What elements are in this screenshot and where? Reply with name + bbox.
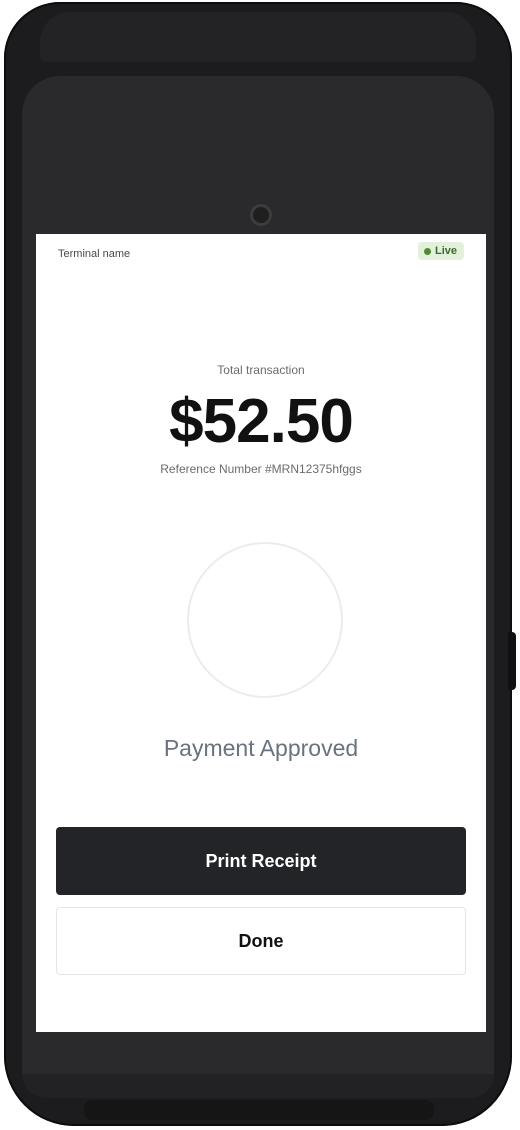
device-top-rim	[22, 76, 494, 195]
device-bottom-strip	[84, 1100, 434, 1120]
live-status-badge: Live	[417, 242, 464, 260]
live-dot-icon	[423, 247, 431, 255]
print-receipt-label: Print Receipt	[205, 850, 317, 871]
transaction-amount: $52.50	[169, 387, 354, 456]
device-top-cap	[40, 12, 476, 62]
terminal-screen: Terminal name Live Total transaction $52…	[36, 234, 486, 1032]
device-bottom	[22, 1074, 494, 1098]
live-status-label: Live	[434, 245, 457, 257]
payment-status-circle-icon	[187, 542, 343, 698]
payment-status-text: Payment Approved	[163, 735, 359, 761]
total-transaction-label: Total transaction	[217, 363, 305, 377]
terminal-name: Terminal name	[58, 248, 131, 260]
device-side-button	[508, 632, 516, 690]
done-button[interactable]: Done	[56, 907, 466, 975]
print-receipt-button[interactable]: Print Receipt	[56, 827, 466, 895]
reference-number: Reference Number #MRN12375hfggs	[160, 462, 362, 476]
camera-icon	[250, 204, 272, 226]
done-label: Done	[238, 930, 284, 951]
